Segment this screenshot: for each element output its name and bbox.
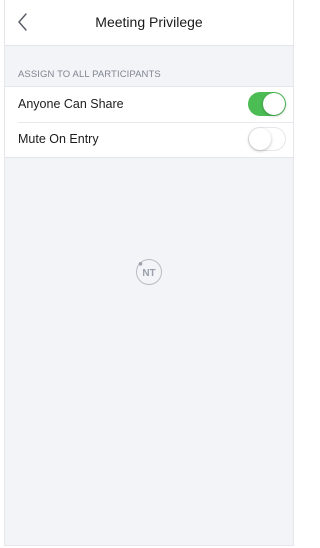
- navigation-bar: Meeting Privilege: [5, 0, 293, 46]
- page-title: Meeting Privilege: [95, 14, 203, 30]
- app-screen: Meeting Privilege ASSIGN TO ALL PARTICIP…: [4, 0, 294, 546]
- setting-label: Mute On Entry: [18, 132, 99, 146]
- setting-row-anyone-can-share: Anyone Can Share: [5, 87, 293, 122]
- toggle-knob: [263, 93, 285, 115]
- setting-label: Anyone Can Share: [18, 97, 124, 111]
- toggle-knob: [249, 128, 271, 150]
- setting-row-mute-on-entry: Mute On Entry: [5, 122, 293, 157]
- section-header: ASSIGN TO ALL PARTICIPANTS: [18, 69, 161, 80]
- watermark-text: NT: [142, 268, 155, 279]
- watermark-logo: NT: [136, 259, 162, 285]
- anyone-can-share-toggle[interactable]: [248, 92, 286, 116]
- settings-group: Anyone Can Share Mute On Entry: [5, 86, 293, 158]
- mute-on-entry-toggle[interactable]: [248, 127, 286, 151]
